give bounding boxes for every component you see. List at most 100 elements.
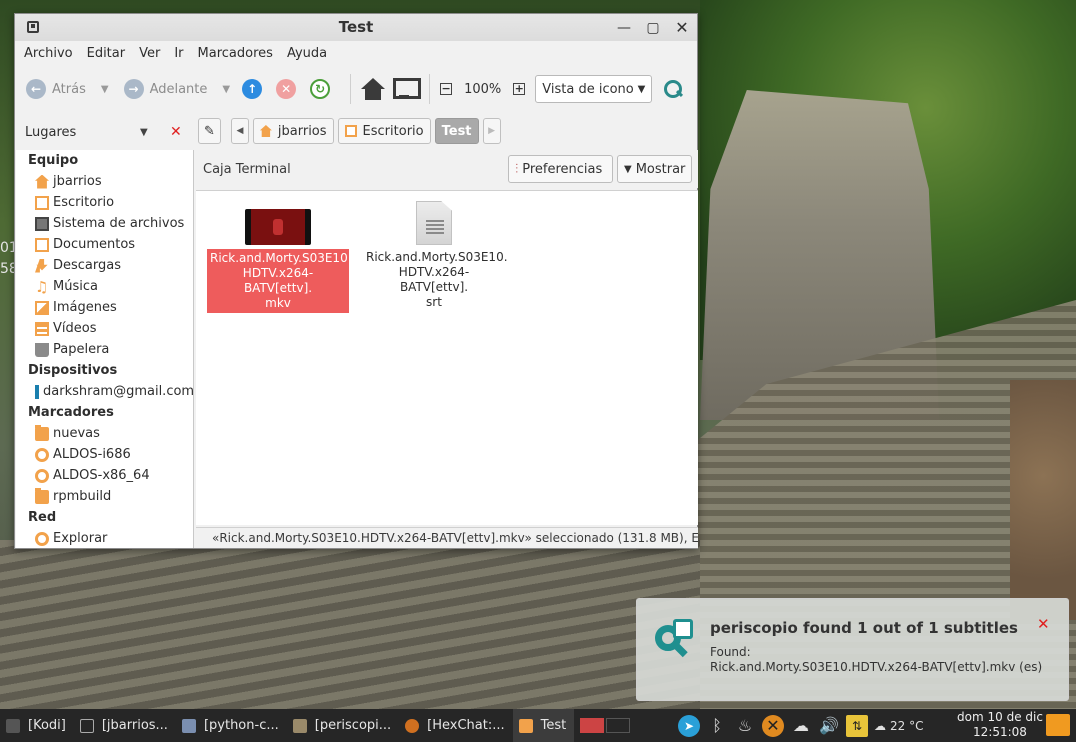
sidebar-item-papelera[interactable]: Papelera — [16, 339, 193, 360]
sidebar-places-selector[interactable]: Lugares ▼ ✕ — [15, 117, 194, 147]
menu-ayuda[interactable]: Ayuda — [282, 41, 336, 67]
menu-marcadores[interactable]: Marcadores — [193, 41, 282, 67]
sidebar-item-escritorio[interactable]: Escritorio — [16, 192, 193, 213]
file-item-srt[interactable]: Rick.and.Morty.S03E10. HDTV.x264-BATV[et… — [363, 201, 508, 312]
menu-ir[interactable]: Ir — [169, 41, 192, 67]
sidebar-item-rpmbuild[interactable]: rpmbuild — [16, 486, 193, 507]
hexchat-tray-icon[interactable]: ✕ — [762, 714, 784, 737]
sidebar-item-label: Escritorio — [53, 195, 115, 210]
crumbs-left-arrow-icon[interactable]: ◀ — [230, 118, 249, 144]
sidebar-item-label: Explorar — [53, 531, 108, 546]
forward-button[interactable]: → Adelante — [121, 74, 211, 104]
notification-popup[interactable]: periscopio found 1 out of 1 subtitles Fo… — [636, 598, 1069, 701]
menu-archivo[interactable]: Archivo — [19, 41, 82, 67]
file-item-mkv[interactable]: Rick.and.Morty.S03E10. HDTV.x264-BATV[et… — [207, 209, 352, 313]
notifications-tray-icon[interactable] — [1046, 714, 1070, 736]
toggle-location-entry-button[interactable]: ✎ — [198, 118, 221, 144]
menu-ver[interactable]: Ver — [134, 41, 169, 67]
volume-icon[interactable]: 🔊 — [818, 715, 840, 737]
task-python[interactable]: [python-c... — [176, 709, 287, 742]
folder-icon — [35, 487, 49, 504]
task-test[interactable]: Test — [512, 709, 575, 742]
sidebar-item-videos[interactable]: Vídeos — [16, 318, 193, 339]
status-bar: «Rick.and.Morty.S03E10.HDTV.x264-BATV[et… — [196, 527, 698, 548]
downloads-icon — [35, 258, 49, 273]
sidebar-item-descargas[interactable]: Descargas — [16, 255, 193, 276]
workspace-1[interactable] — [580, 718, 605, 733]
task-periscopio[interactable]: [periscopi... — [287, 709, 399, 742]
terminal-box-label: Caja Terminal — [203, 161, 291, 177]
sidebar-group-red: Red — [28, 510, 57, 525]
sidebar-item-jbarrios[interactable]: jbarrios — [16, 171, 193, 192]
zoom-level: 100% — [464, 81, 502, 97]
cloud-icon[interactable]: ☁ — [790, 715, 812, 737]
chevron-down-icon[interactable]: ▼ — [140, 127, 148, 138]
sidebar-item-imagenes[interactable]: Imágenes — [16, 297, 193, 318]
show-button[interactable]: ▼ Mostrar — [617, 155, 692, 183]
window-titlebar[interactable]: Test — ▢ ✕ — [15, 14, 697, 41]
sidebar-item-label: Imágenes — [53, 300, 117, 315]
close-icon[interactable]: ✕ — [1037, 615, 1050, 633]
sidebar-item-documentos[interactable]: Documentos — [16, 234, 193, 255]
task-hexchat[interactable]: [HexChat:... — [399, 709, 512, 742]
task-kodi[interactable]: [Kodi] — [0, 709, 74, 742]
clock[interactable]: dom 10 de dic 12:51:08 — [955, 710, 1045, 740]
up-arrow-icon[interactable]: ↑ — [242, 79, 263, 99]
temperature-label: 22 °C — [890, 718, 924, 733]
sidebar-item-sistema-de-archivos[interactable]: Sistema de archivos — [16, 213, 193, 234]
zoom-in-icon[interactable]: + — [513, 83, 526, 95]
sidebar-item-explorar[interactable]: Explorar — [16, 528, 193, 548]
breadcrumb-escritorio[interactable]: Escritorio — [337, 118, 431, 144]
breadcrumb-jbarrios[interactable]: jbarrios — [252, 118, 334, 144]
close-icon[interactable]: ✕ — [672, 18, 692, 38]
task-terminal[interactable]: [jbarrios... — [74, 709, 176, 742]
aldos-icon — [35, 447, 49, 462]
periscopio-icon — [655, 619, 693, 659]
workspace-2[interactable] — [606, 718, 631, 733]
computer-icon[interactable] — [393, 78, 422, 100]
back-button[interactable]: ← Atrás — [23, 74, 89, 104]
location-bar: ✎ ◀ jbarrios Escritorio Test ▶ — [198, 115, 696, 147]
crumbs-right-arrow-icon[interactable]: ▶ — [482, 118, 501, 144]
home-icon — [35, 174, 49, 189]
toolbar: ← Atrás ▼ → Adelante ▼ ↑ ✕ ↻ − 100% + Vi… — [15, 67, 697, 111]
minimize-icon[interactable]: — — [614, 18, 634, 38]
breadcrumb-label: jbarrios — [277, 123, 327, 139]
home-icon[interactable] — [361, 78, 386, 100]
folder-icon — [35, 424, 49, 441]
sidebar-item-aldos-x86-64[interactable]: ALDOS-x86_64 — [16, 465, 193, 486]
weather-indicator[interactable]: ☁ 22 °C — [874, 715, 923, 737]
breadcrumb-label: Test — [441, 123, 472, 139]
stop-icon[interactable]: ✕ — [276, 79, 297, 99]
close-sidebar-icon[interactable]: ✕ — [170, 124, 182, 140]
preferences-button[interactable]: ⫶ Preferencias — [508, 155, 613, 183]
bluetooth-icon[interactable]: ᛒ — [706, 715, 728, 737]
menu-editar[interactable]: Editar — [82, 41, 135, 67]
breadcrumb-test[interactable]: Test — [434, 118, 479, 144]
back-history-dropdown-icon[interactable]: ▼ — [101, 84, 109, 95]
main-header: Caja Terminal ⫶ Preferencias ▼ Mostrar — [196, 150, 698, 188]
telegram-icon[interactable]: ➤ — [678, 714, 700, 737]
clock-date: dom 10 de dic — [957, 710, 1043, 724]
sidebar-item-nuevas[interactable]: nuevas — [16, 423, 193, 444]
maximize-icon[interactable]: ▢ — [643, 18, 663, 38]
network-icon[interactable]: ⇅ — [846, 714, 868, 737]
forward-history-dropdown-icon[interactable]: ▼ — [222, 84, 230, 95]
sidebar-item-darkshram[interactable]: darkshram@gmail.com — [16, 381, 193, 402]
sidebar-item-label: nuevas — [53, 426, 100, 441]
search-icon[interactable] — [664, 80, 683, 98]
sidebar-item-aldos-i686[interactable]: ALDOS-i686 — [16, 444, 193, 465]
documents-icon — [35, 237, 49, 252]
sidebar-item-musica[interactable]: ♫ Música — [16, 276, 193, 297]
task-label: [Kodi] — [28, 718, 66, 733]
zoom-out-icon[interactable]: − — [440, 83, 453, 95]
flame-icon[interactable]: ♨ — [734, 715, 756, 737]
view-mode-select[interactable]: Vista de icono ▼ — [535, 75, 653, 103]
reload-icon[interactable]: ↻ — [310, 79, 331, 99]
pictures-icon — [35, 300, 49, 315]
video-thumbnail — [245, 209, 311, 245]
file-view[interactable]: Rick.and.Morty.S03E10. HDTV.x264-BATV[et… — [196, 190, 698, 525]
sidebar-item-label: rpmbuild — [53, 489, 112, 504]
desktop-folder-icon — [344, 125, 357, 137]
text-file-icon — [416, 201, 452, 245]
